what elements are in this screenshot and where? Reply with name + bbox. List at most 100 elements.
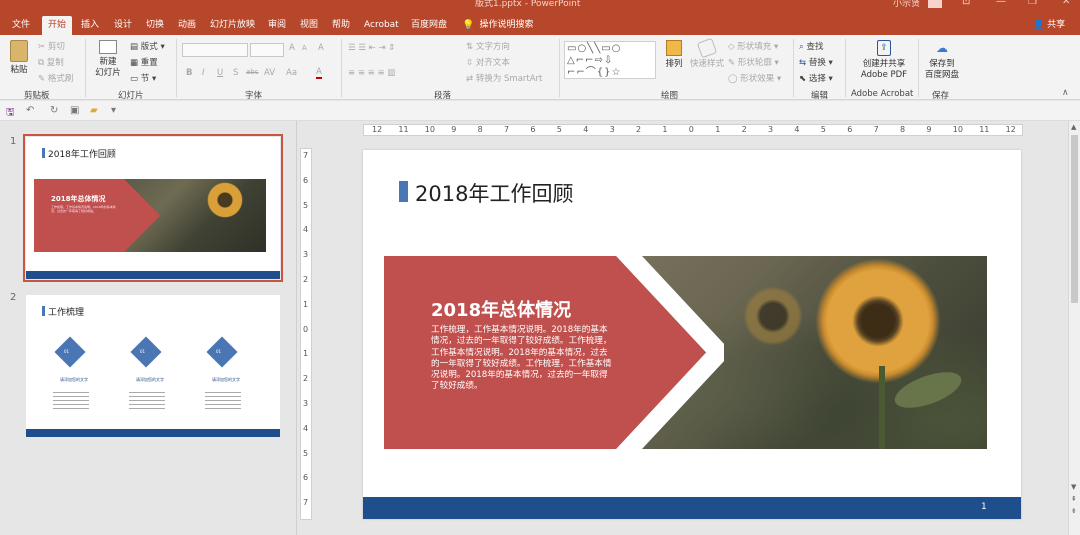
- clipboard-group-label: 剪贴板: [24, 91, 50, 101]
- tab-view[interactable]: 视图: [294, 16, 324, 35]
- tab-file[interactable]: 文件: [6, 16, 36, 35]
- section-button[interactable]: ▭ 节 ▾: [130, 72, 156, 84]
- open-folder-icon[interactable]: ▰: [90, 105, 98, 116]
- present-icon[interactable]: ▣: [70, 105, 79, 116]
- copy-label: 复制: [46, 58, 64, 68]
- tab-help[interactable]: 帮助: [326, 16, 356, 35]
- paste-button[interactable]: 粘贴: [5, 40, 33, 76]
- collapse-ribbon-icon[interactable]: ∧: [1062, 88, 1069, 98]
- change-case-button[interactable]: Aa: [286, 68, 297, 78]
- tab-design[interactable]: 设计: [108, 16, 138, 35]
- create-pdf-label-1: 创建并共享: [862, 59, 906, 69]
- box-body[interactable]: 工作梳理，工作基本情况说明。2018年的基本情况，过去的一年取得了较好成绩。工作…: [431, 325, 613, 393]
- find-button[interactable]: ⌕ 查找: [799, 40, 823, 52]
- sunflower-main: [813, 256, 943, 386]
- undo-icon[interactable]: ↶: [26, 105, 34, 116]
- account-avatar[interactable]: [928, 0, 942, 8]
- font-color-button[interactable]: A: [316, 67, 322, 79]
- sunflower-stem: [879, 366, 885, 449]
- account-name[interactable]: 小宗贤: [893, 0, 920, 9]
- box-heading[interactable]: 2018年总体情况: [431, 296, 571, 322]
- strikethrough-button[interactable]: abc: [246, 68, 259, 76]
- tab-insert[interactable]: 插入: [75, 16, 105, 35]
- replace-button[interactable]: ⇆ 替换 ▾: [799, 56, 833, 68]
- group-separator: [559, 39, 560, 97]
- slide-canvas[interactable]: 2018年工作回顾 2018年总体情况 工作梳理，工作基本情况说明。2018年的…: [363, 150, 1021, 519]
- copy-button[interactable]: ⧉ 复制: [38, 56, 64, 68]
- quick-styles-label: 快速样式: [689, 59, 724, 69]
- align-icons[interactable]: ≡ ≡ ≡ ≡ ▥: [348, 68, 395, 78]
- scroll-up-icon[interactable]: ▲: [1071, 123, 1076, 131]
- save-icon[interactable]: 🖫: [6, 105, 15, 122]
- create-pdf-label-2: Adobe PDF: [860, 70, 908, 80]
- underline-button[interactable]: U: [217, 68, 223, 78]
- v-ruler-tick: 5: [303, 200, 309, 210]
- grow-font-button[interactable]: A: [289, 43, 295, 53]
- thumb2-label-1: 请添加您的文字: [60, 377, 88, 382]
- tab-baidu[interactable]: 百度网盘: [405, 16, 453, 35]
- thumb-title-marker: [42, 148, 45, 158]
- vertical-ruler[interactable]: 7 6 5 4 3 2 1 0 1 2 3 4 5 6 7: [300, 148, 312, 520]
- tab-acrobat[interactable]: Acrobat: [358, 16, 405, 35]
- select-button[interactable]: ⬉ 选择 ▾: [799, 72, 833, 84]
- editing-group-label: 编辑: [811, 91, 829, 101]
- arrange-button[interactable]: 排列: [660, 40, 688, 70]
- share-button[interactable]: 👤 共享: [1033, 16, 1065, 35]
- scroll-down-icon[interactable]: ▼: [1071, 483, 1076, 491]
- thumb-box-heading: 2018年总体情况: [51, 195, 106, 203]
- shape-outline-button[interactable]: ✎ 形状轮廓 ▾: [728, 56, 779, 68]
- customize-qat-icon[interactable]: ▾: [111, 105, 116, 116]
- thumb2-title: 工作梳理: [48, 308, 85, 318]
- v-ruler-tick: 2: [303, 275, 309, 284]
- scroll-thumb[interactable]: [1071, 135, 1078, 303]
- new-slide-button[interactable]: 新建 幻灯片: [90, 40, 126, 79]
- cut-button[interactable]: ✂ 剪切: [38, 40, 65, 52]
- font-size-select[interactable]: [250, 43, 284, 57]
- redo-icon[interactable]: ↻: [50, 105, 58, 116]
- font-name-select[interactable]: [182, 43, 248, 57]
- clear-format-button[interactable]: A: [318, 43, 324, 53]
- h-ruler-tick: 8: [477, 125, 483, 134]
- restore-icon[interactable]: ❐: [1028, 0, 1037, 7]
- slide-title[interactable]: 2018年工作回顾: [415, 178, 573, 208]
- format-painter-button[interactable]: ✎ 格式刷: [38, 72, 73, 84]
- slide-thumbnail-1[interactable]: 2018年工作回顾 2018年总体情况 工作梳理，工作基本情况说明。2018年的…: [23, 134, 283, 282]
- slide-thumbnail-2[interactable]: 工作梳理 01 请添加您的文字 01 请添加您的文字 01 请添加您的文字: [26, 295, 280, 437]
- create-pdf-button[interactable]: ⇪ 创建并共享 Adobe PDF: [853, 40, 915, 81]
- v-ruler-tick: 3: [303, 250, 309, 260]
- vertical-scrollbar[interactable]: ▲ ▼ ⇞ ⇟: [1068, 121, 1080, 535]
- tab-transitions[interactable]: 切换: [140, 16, 170, 35]
- prev-slide-icon[interactable]: ⇞: [1071, 495, 1077, 503]
- horizontal-ruler[interactable]: 12 11 10 9 8 7 6 5 4 3 2 1 0 1 2 3 4 5 6 7 8 9 10 11 12: [363, 124, 1023, 136]
- tab-animations[interactable]: 动画: [172, 16, 202, 35]
- quick-styles-button[interactable]: 快速样式: [689, 37, 725, 70]
- italic-button[interactable]: I: [202, 68, 205, 78]
- shrink-font-button[interactable]: A: [302, 44, 307, 52]
- bullets-icon[interactable]: ☰ ☰ ⇤ ⇥ ⇕: [348, 43, 395, 53]
- tab-review[interactable]: 审阅: [262, 16, 292, 35]
- align-text-button[interactable]: ⇳ 对齐文本: [466, 56, 510, 68]
- tab-home[interactable]: 开始: [42, 16, 73, 35]
- save-to-baidu-button[interactable]: ☁ 保存到 百度网盘: [922, 40, 962, 81]
- shape-fill-button[interactable]: ◇ 形状填充 ▾: [728, 40, 778, 52]
- tell-me-search[interactable]: 💡 操作说明搜索: [456, 16, 539, 35]
- v-ruler-tick: 3: [303, 399, 309, 408]
- v-ruler-tick: 2: [303, 374, 309, 384]
- adobe-group-label: Adobe Acrobat: [851, 89, 914, 99]
- thumb2-badge-1: 01: [64, 349, 70, 354]
- close-icon[interactable]: ✕: [1062, 0, 1070, 7]
- minimize-icon[interactable]: —: [996, 0, 1006, 7]
- layout-button[interactable]: ▤ 版式 ▾: [130, 40, 165, 52]
- shadow-button[interactable]: S: [233, 68, 238, 78]
- thumb-title: 2018年工作回顾: [48, 150, 116, 160]
- text-direction-button[interactable]: ⇅ 文字方向: [466, 40, 510, 52]
- smartart-button[interactable]: ⇄ 转换为 SmartArt: [466, 72, 542, 84]
- shape-effects-button[interactable]: ◯ 形状效果 ▾: [728, 72, 781, 84]
- shapes-gallery[interactable]: ▭○╲╲▭○ △⌐⌐⇨⇩ ⌐⌐⌒{}☆: [564, 41, 656, 79]
- ribbon-display-icon[interactable]: ⊡: [962, 0, 970, 7]
- reset-button[interactable]: ▦ 重置: [130, 56, 158, 68]
- tab-slideshow[interactable]: 幻灯片放映: [204, 16, 261, 35]
- bold-button[interactable]: B: [186, 68, 192, 78]
- char-spacing-button[interactable]: AV: [264, 68, 275, 78]
- next-slide-icon[interactable]: ⇟: [1071, 507, 1077, 515]
